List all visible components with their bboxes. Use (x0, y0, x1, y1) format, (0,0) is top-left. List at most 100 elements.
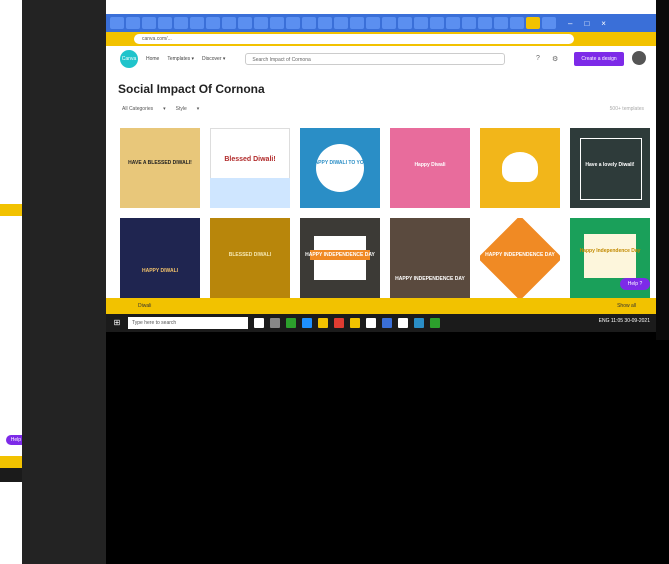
browser-tab[interactable] (334, 17, 348, 29)
card-title: HAVE A BLESSED DIWALI! (128, 160, 192, 166)
chevron-down-icon[interactable]: ▾ (197, 106, 200, 112)
page-title: Social Impact Of Cornona (118, 82, 265, 96)
show-all-button[interactable]: Show all (617, 303, 636, 309)
download-item[interactable]: Diwali (138, 303, 151, 309)
tab-bar: – □ × (106, 14, 656, 32)
nav-templates[interactable]: Templates ▾ (167, 56, 194, 62)
nav-home[interactable]: Home (146, 56, 159, 62)
chevron-down-icon[interactable]: ▾ (163, 106, 166, 112)
template-card[interactable]: HAVE A BLESSED DIWALI! (120, 128, 200, 208)
download-bar: Diwali Show all (106, 298, 656, 314)
tray-language[interactable]: ENG (599, 318, 610, 324)
windows-taskbar: ⊞ Type here to search ENG 11:05 30-09-20… (106, 314, 656, 332)
card-title: HAPPY INDEPENDENCE DAY (395, 276, 465, 282)
template-card[interactable]: Have a lovely Diwali! (570, 128, 650, 208)
template-card[interactable] (480, 128, 560, 208)
taskbar-app-icon[interactable] (334, 318, 344, 328)
template-card[interactable]: HAPPY DIWALI TO YOU! (300, 128, 380, 208)
card-title: Have a lovely Diwali! (585, 162, 635, 168)
card-title: HAPPY DIWALI TO YOU! (310, 160, 370, 166)
windows-start-icon[interactable]: ⊞ (110, 316, 124, 330)
browser-tab[interactable] (222, 17, 236, 29)
browser-tab[interactable] (350, 17, 364, 29)
template-card[interactable]: BLESSED DIWALI (210, 218, 290, 298)
filter-row: All Categories ▾ Style ▾ (122, 106, 199, 112)
browser-tab[interactable] (542, 17, 556, 29)
browser-tab[interactable] (302, 17, 316, 29)
browser-tab[interactable] (110, 17, 124, 29)
card-title: Happy Independence Day (579, 248, 641, 254)
tray-date[interactable]: 30-09-2021 (624, 318, 650, 324)
create-design-button[interactable]: Create a design (574, 52, 624, 66)
template-card[interactable]: HAPPY INDEPENDENCE DAY (300, 218, 380, 298)
browser-tab[interactable] (366, 17, 380, 29)
browser-tab-active[interactable] (526, 17, 540, 29)
template-card[interactable]: HAPPY INDEPENDENCE DAY (390, 218, 470, 298)
tray-time[interactable]: 11:05 (611, 318, 623, 324)
browser-tab[interactable] (174, 17, 188, 29)
url-field[interactable]: canva.com/... (134, 34, 574, 44)
browser-tab[interactable] (158, 17, 172, 29)
taskbar-app-icon[interactable] (270, 318, 280, 328)
card-title: HAPPY INDEPENDENCE DAY (485, 252, 555, 258)
taskbar-app-icon[interactable] (286, 318, 296, 328)
right-edge (656, 0, 669, 340)
browser-tab[interactable] (254, 17, 268, 29)
browser-tab[interactable] (446, 17, 460, 29)
dark-panel (22, 0, 106, 564)
card-title: BLESSED DIWALI (228, 252, 272, 258)
card-title: HAPPY DIWALI (141, 268, 179, 274)
help-circle-icon[interactable]: ? (536, 55, 540, 62)
browser-tab[interactable] (414, 17, 428, 29)
chrome-icon[interactable] (382, 318, 392, 328)
browser-tab[interactable] (142, 17, 156, 29)
address-bar-row: canva.com/... (106, 32, 656, 46)
template-card[interactable]: Blessed Diwali! (210, 128, 290, 208)
black-area (106, 332, 669, 564)
close-button[interactable]: × (601, 19, 606, 28)
browser-tab[interactable] (270, 17, 284, 29)
browser-tab[interactable] (494, 17, 508, 29)
browser-tab[interactable] (382, 17, 396, 29)
card-title: HAPPY INDEPENDENCE DAY (305, 252, 375, 258)
result-count: 500+ templates (609, 106, 644, 112)
search-input[interactable]: Search Impact of Cornona (245, 53, 506, 65)
browser-tab[interactable] (430, 17, 444, 29)
file-explorer-icon[interactable] (318, 318, 328, 328)
avatar[interactable] (632, 51, 646, 65)
browser-tab[interactable] (238, 17, 252, 29)
canva-logo[interactable]: Canva (120, 50, 138, 68)
taskbar-app-icon[interactable] (414, 318, 424, 328)
taskbar-app-icon[interactable] (302, 318, 312, 328)
browser-tab[interactable] (398, 17, 412, 29)
browser-tab[interactable] (318, 17, 332, 29)
system-tray: ENG 11:05 30-09-2021 (599, 318, 650, 324)
maximize-button[interactable]: □ (584, 19, 589, 28)
canva-header: Canva Home Templates ▾ Discover ▾ Search… (106, 46, 656, 72)
task-view-icon[interactable] (254, 318, 264, 328)
taskbar-app-icon[interactable] (398, 318, 408, 328)
gear-icon[interactable]: ⚙ (552, 55, 558, 63)
browser-window: – □ × canva.com/... Canva Home Templates… (106, 14, 656, 332)
browser-tab[interactable] (126, 17, 140, 29)
browser-tab[interactable] (206, 17, 220, 29)
browser-tab[interactable] (510, 17, 524, 29)
template-card[interactable]: HAPPY DIWALI (120, 218, 200, 298)
browser-tab[interactable] (286, 17, 300, 29)
filter-categories[interactable]: All Categories (122, 106, 153, 112)
template-card[interactable]: Happy Diwali (390, 128, 470, 208)
card-title: Happy Diwali (414, 162, 446, 168)
taskbar-app-icon[interactable] (350, 318, 360, 328)
taskbar-search-input[interactable]: Type here to search (128, 317, 248, 329)
taskbar-app-icon[interactable] (430, 318, 440, 328)
browser-tab[interactable] (462, 17, 476, 29)
nav-discover[interactable]: Discover ▾ (202, 56, 225, 62)
template-card[interactable]: HAPPY INDEPENDENCE DAY (480, 218, 560, 298)
card-title: Blessed Diwali! (224, 156, 276, 163)
browser-tab[interactable] (478, 17, 492, 29)
browser-tab[interactable] (190, 17, 204, 29)
taskbar-app-icon[interactable] (366, 318, 376, 328)
minimize-button[interactable]: – (568, 19, 572, 28)
filter-style[interactable]: Style (176, 106, 187, 112)
help-button[interactable]: Help ? (620, 278, 650, 290)
